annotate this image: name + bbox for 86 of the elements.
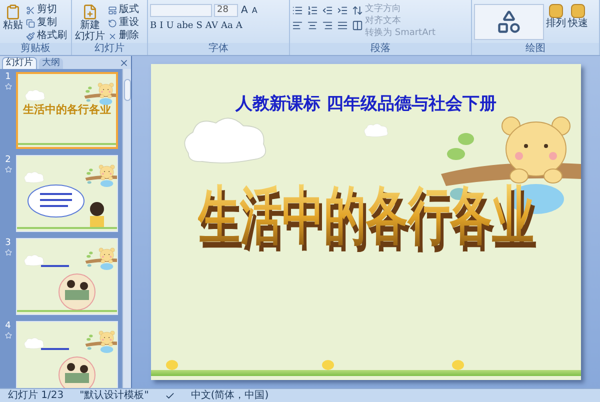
- format-button[interactable]: abe: [176, 20, 194, 32]
- paste-icon: [5, 4, 21, 20]
- align-left-icon[interactable]: [292, 20, 303, 31]
- brush-icon: [26, 32, 35, 40]
- font-name-field[interactable]: [150, 4, 212, 17]
- layout-icon: [108, 6, 117, 14]
- line-spacing-icon[interactable]: [352, 5, 363, 16]
- font-size-button[interactable]: A: [240, 4, 249, 16]
- heading-line: [41, 265, 69, 267]
- animation-icon: [4, 83, 12, 90]
- format-button[interactable]: S: [196, 20, 202, 32]
- slide-number: 4: [5, 321, 11, 332]
- slide-title: 生活中的各行各业: [23, 102, 111, 118]
- copy-icon: [26, 18, 35, 28]
- scrollbar[interactable]: [122, 69, 131, 388]
- slide-number: 1: [5, 72, 11, 83]
- arrange-icon: [571, 4, 585, 18]
- shapes-icon: [496, 9, 522, 35]
- format-button[interactable]: Aa: [220, 20, 233, 32]
- big-button[interactable]: 粘贴: [2, 4, 24, 31]
- bullet-list-icon[interactable]: [292, 5, 303, 16]
- drawing-button[interactable]: 排列: [546, 4, 566, 30]
- group-label: 字体: [148, 43, 289, 55]
- ribbon-button[interactable]: 版式: [108, 4, 139, 16]
- delete-icon: [108, 32, 117, 40]
- format-button[interactable]: B: [150, 20, 157, 32]
- cloud-drawing: [23, 253, 45, 267]
- cloud-drawing: [361, 122, 391, 138]
- chick-drawing: [451, 358, 465, 370]
- slide-thumbnail[interactable]: [16, 238, 118, 315]
- numbered-list-icon[interactable]: [307, 5, 318, 16]
- person-drawing: [89, 202, 105, 228]
- new-slide-icon: [82, 4, 98, 20]
- big-button[interactable]: 新建 幻灯片: [74, 4, 106, 42]
- cloud-drawing: [23, 336, 45, 350]
- theme-name: "默认设计模板": [80, 390, 149, 402]
- shapes-gallery[interactable]: [474, 4, 544, 40]
- panel-tab[interactable]: 大纲: [39, 58, 63, 69]
- animation-icon: [4, 249, 12, 256]
- drawing-button[interactable]: 快速: [568, 4, 588, 30]
- close-icon[interactable]: [119, 58, 129, 68]
- ribbon-button[interactable]: 重设: [108, 17, 139, 29]
- slide-thumbnail[interactable]: [16, 155, 118, 232]
- speech-bubble-drawing: [27, 184, 85, 218]
- ribbon-button[interactable]: 格式刷: [26, 30, 67, 42]
- align-center-icon[interactable]: [307, 20, 318, 31]
- format-button[interactable]: U: [166, 20, 174, 32]
- group-label: 幻灯片: [72, 43, 147, 55]
- ribbon-button[interactable]: 复制: [26, 17, 67, 29]
- cloud-drawing: [23, 170, 45, 184]
- scissors-icon: [26, 6, 35, 14]
- arrange-icon: [549, 4, 563, 18]
- indent-increase-icon[interactable]: [337, 5, 348, 16]
- font-size-button[interactable]: A: [250, 4, 258, 16]
- animation-icon: [4, 332, 12, 339]
- ribbon-button[interactable]: 删除: [108, 30, 139, 42]
- heading-line: [41, 348, 69, 350]
- bear-drawing: [83, 245, 117, 270]
- animation-icon: [4, 166, 12, 173]
- bear-drawing: [83, 328, 117, 353]
- slide-number: 3: [5, 238, 11, 249]
- spelling-check-icon[interactable]: [164, 390, 175, 400]
- format-button[interactable]: AV: [205, 20, 218, 32]
- align-right-icon[interactable]: [322, 20, 333, 31]
- chick-drawing: [321, 358, 335, 370]
- font-size-field[interactable]: 28: [214, 4, 238, 17]
- columns-icon[interactable]: [352, 20, 363, 31]
- slide-number: 2: [5, 155, 11, 166]
- chick-drawing: [165, 358, 179, 370]
- justify-icon[interactable]: [337, 20, 348, 31]
- bear-drawing: [83, 162, 117, 187]
- slide-thumbnail[interactable]: [16, 321, 118, 388]
- indent-decrease-icon[interactable]: [322, 5, 333, 16]
- slide-count: 幻灯片 1/23: [8, 390, 64, 402]
- ribbon-button[interactable]: 剪切: [26, 4, 67, 16]
- bear-drawing: [82, 80, 116, 105]
- slide-subtitle: 人教新课标 四年级品德与社会下册: [236, 93, 496, 116]
- group-label: 段落: [290, 43, 471, 55]
- language: 中文(简体，中国): [190, 390, 269, 402]
- group-label: 剪贴板: [0, 43, 71, 55]
- group-label: 绘图: [472, 43, 599, 55]
- cloud-drawing: [24, 88, 46, 102]
- panel-tab[interactable]: 幻灯片: [2, 57, 37, 69]
- format-button[interactable]: A: [236, 20, 242, 32]
- format-button[interactable]: I: [160, 20, 164, 32]
- reset-icon: [108, 18, 117, 28]
